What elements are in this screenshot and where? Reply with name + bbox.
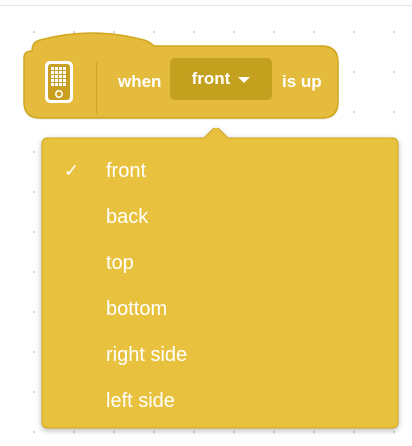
workspace-top-border (0, 0, 412, 6)
hub-device-icon (44, 60, 88, 116)
option-label: back (106, 205, 149, 228)
is-up-label: is up (282, 72, 322, 91)
when-label: when (118, 72, 162, 91)
option-top[interactable]: top (40, 240, 400, 286)
option-label: right side (106, 343, 188, 366)
option-bottom[interactable]: bottom (40, 286, 400, 332)
option-label: bottom (106, 297, 168, 320)
block-separator (96, 62, 97, 114)
face-dropdown-field[interactable]: front (170, 58, 272, 100)
option-front[interactable]: ✓ front (40, 148, 400, 194)
option-label: left side (106, 389, 175, 412)
caret-down-icon (238, 77, 251, 83)
face-dropdown-menu: ✓ front back top bottom right side left … (40, 128, 400, 430)
checkmark-icon: ✓ (64, 160, 80, 181)
option-back[interactable]: back (40, 194, 400, 240)
when-hub-is-up-block[interactable]: when front is up (22, 24, 340, 120)
option-right-side[interactable]: right side (40, 332, 400, 378)
option-label: top (106, 251, 134, 274)
workspace-canvas[interactable]: when front is up ✓ front back top bottom (0, 0, 412, 446)
face-dropdown-value: front (191, 69, 231, 88)
option-left-side[interactable]: left side (40, 378, 400, 424)
option-label: front (106, 159, 147, 182)
dropdown-options: ✓ front back top bottom right side left … (40, 148, 400, 424)
